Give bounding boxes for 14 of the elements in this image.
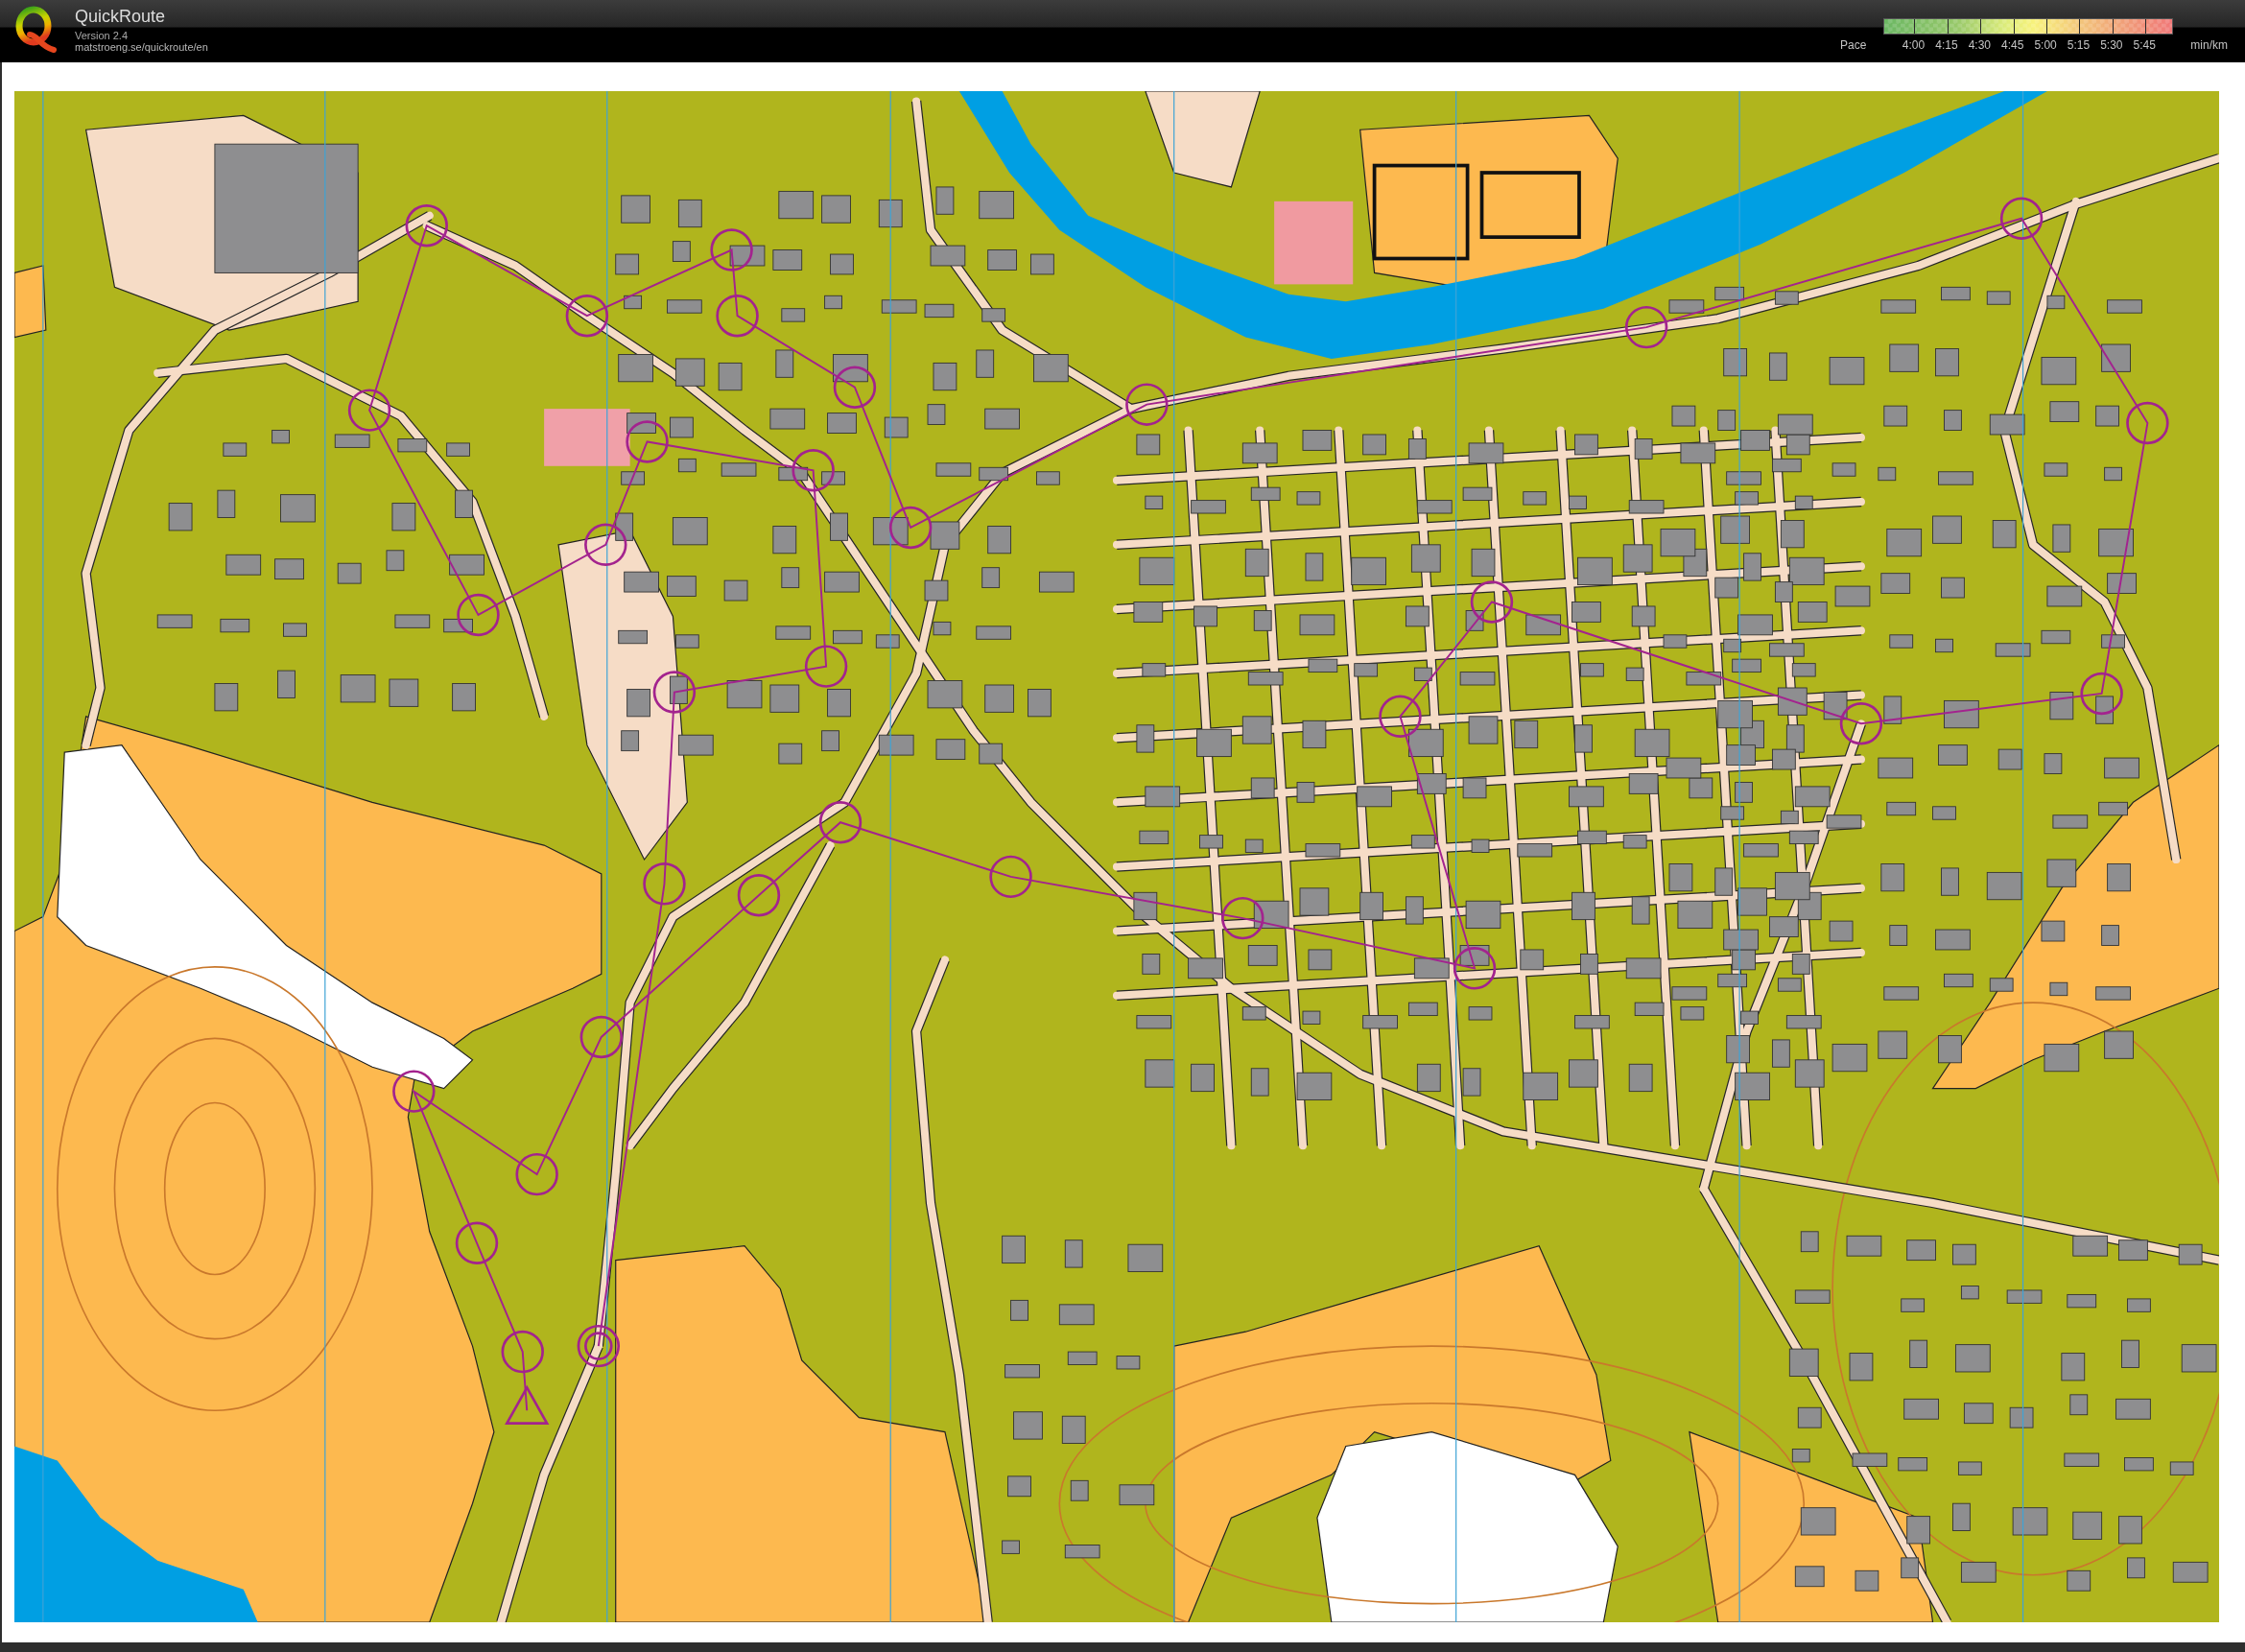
pace-tick-label: 4:15 <box>1934 38 1959 52</box>
pace-tick-label: 5:30 <box>2099 38 2124 52</box>
pace-tick-label: 5:00 <box>2033 38 2058 52</box>
pace-tick-label: 4:00 <box>1901 38 1926 52</box>
pace-tick-label: 4:45 <box>2000 38 2025 52</box>
website-url: matstroeng.se/quickroute/en <box>75 41 208 54</box>
logo-icon <box>14 6 57 54</box>
pace-tick-label: 5:15 <box>2066 38 2091 52</box>
version-label: Version 2.4 <box>75 30 130 41</box>
pace-tick-label: 4:30 <box>1967 38 1992 52</box>
pace-unit-label: min/km <box>2190 38 2228 52</box>
pace-tick-label: 5:45 <box>2132 38 2157 52</box>
pace-label: Pace <box>1839 38 1867 52</box>
app-name: QuickRoute <box>75 6 167 27</box>
